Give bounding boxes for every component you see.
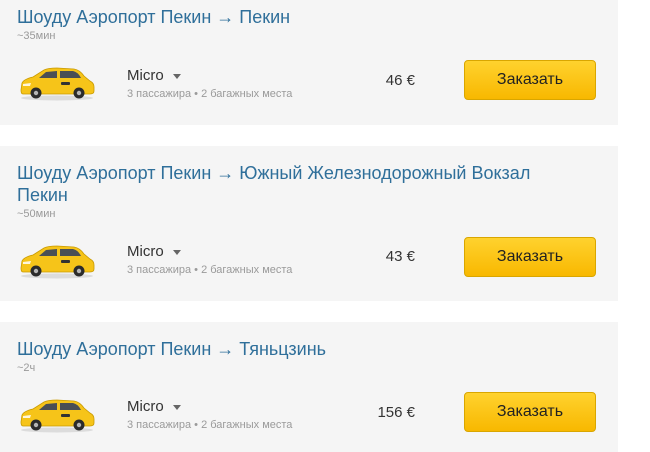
car-class-label: Micro — [127, 398, 164, 415]
capacity-info: 3 пассажира • 2 багажных места — [127, 264, 293, 276]
taxi-car-icon — [20, 245, 95, 279]
car-class-label: Micro — [127, 243, 164, 260]
trip-duration: ~50мин — [17, 208, 56, 220]
route-title[interactable]: Шоуду Аэропорт Пекин → Южный Железнодоро… — [17, 162, 577, 206]
car-class-label: Micro — [127, 67, 164, 84]
taxi-car-icon — [20, 399, 95, 433]
price: 156 € — [377, 404, 415, 421]
trip-card: Шоуду Аэропорт Пекин → Тяньцзинь ~2ч Mic… — [0, 322, 618, 452]
trip-card: Шоуду Аэропорт Пекин → Южный Железнодоро… — [0, 146, 618, 301]
route-title[interactable]: Шоуду Аэропорт Пекин → Тяньцзинь — [17, 338, 577, 360]
price: 46 € — [385, 72, 415, 89]
taxi-car-icon — [20, 67, 95, 101]
order-button[interactable]: Заказать — [464, 392, 596, 432]
car-class-select[interactable]: Micro — [127, 67, 181, 85]
capacity-info: 3 пассажира • 2 багажных места — [127, 88, 293, 100]
trip-duration: ~35мин — [17, 30, 56, 42]
order-button[interactable]: Заказать — [464, 60, 596, 100]
chevron-down-icon — [172, 404, 181, 410]
chevron-down-icon — [172, 73, 181, 79]
capacity-info: 3 пассажира • 2 багажных места — [127, 419, 293, 431]
car-class-select[interactable]: Micro — [127, 398, 181, 416]
car-class-select[interactable]: Micro — [127, 243, 181, 261]
order-button[interactable]: Заказать — [464, 237, 596, 277]
price: 43 € — [385, 248, 415, 265]
trip-duration: ~2ч — [17, 362, 36, 374]
trip-card: Шоуду Аэропорт Пекин → Пекин ~35мин Micr… — [0, 0, 618, 125]
route-title[interactable]: Шоуду Аэропорт Пекин → Пекин — [17, 6, 577, 28]
chevron-down-icon — [172, 249, 181, 255]
